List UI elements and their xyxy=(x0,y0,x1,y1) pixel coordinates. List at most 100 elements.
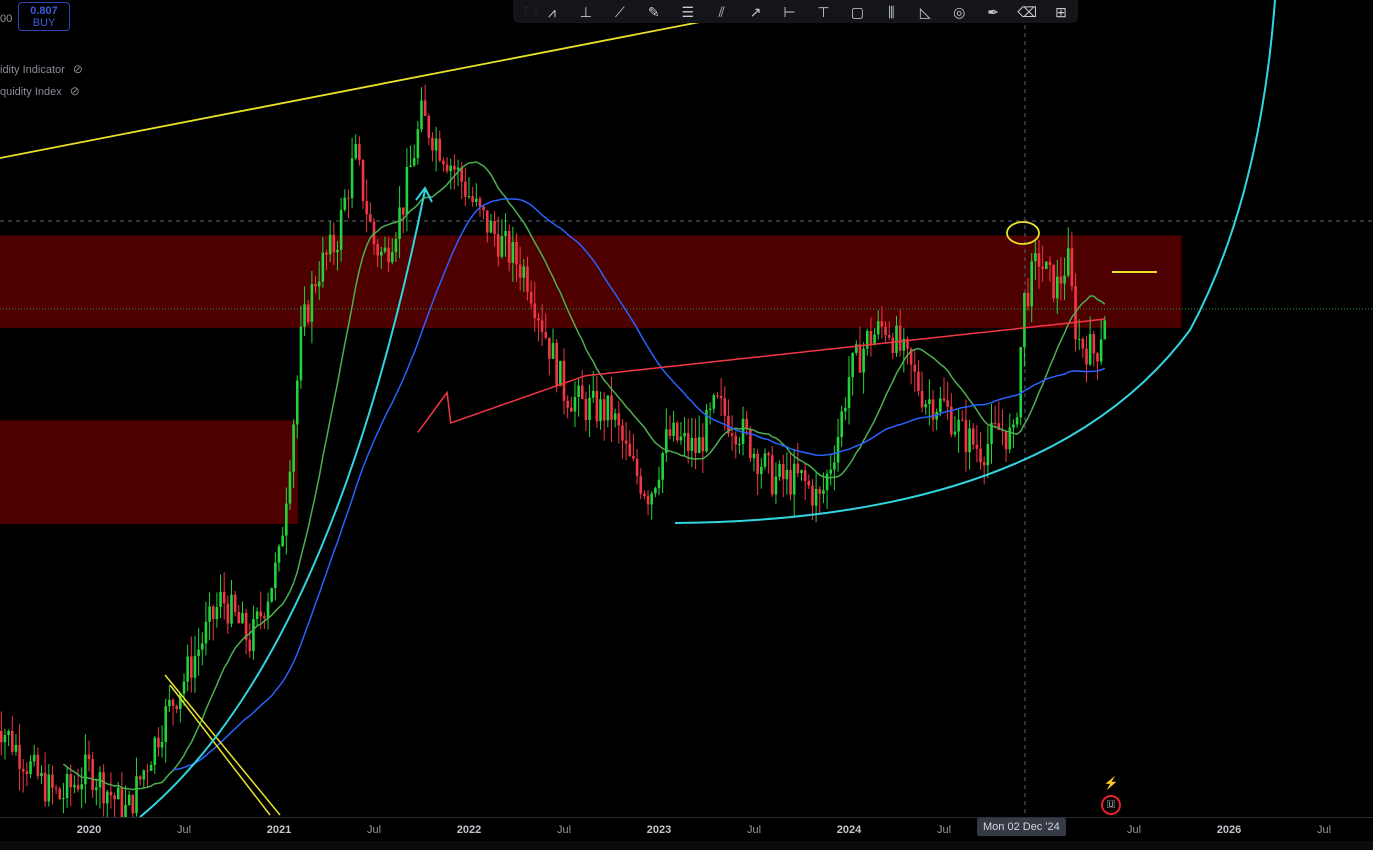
candle-up xyxy=(390,252,394,263)
candle-up xyxy=(204,621,208,644)
candle-down xyxy=(602,399,606,421)
drawing-toolbar: ⋮⋮ ⩘ ⊥ ⟋ ✎ ☰ ⫽ ↗ ⊢ ⊤ ▢ ⫼ ◺ ◎ ✒ ⌫ ⊞ xyxy=(513,0,1078,23)
x-tick-label: 2023 xyxy=(646,824,672,836)
candle-down xyxy=(898,325,902,351)
lightning-event-icon[interactable]: ⚡ xyxy=(1101,773,1121,793)
candle-down xyxy=(482,206,485,211)
candle-up xyxy=(84,754,87,785)
eye-off-icon[interactable]: ⊘ xyxy=(73,62,83,76)
arrow-icon[interactable]: ↗ xyxy=(739,2,773,22)
trend-line-down-2 xyxy=(169,684,271,816)
fib-trend-icon[interactable]: ⊥ xyxy=(569,2,603,22)
parallel-channel-icon[interactable]: ☰ xyxy=(671,2,705,22)
brush-icon[interactable]: ✎ xyxy=(637,2,671,22)
candle-up xyxy=(292,424,295,472)
candle-down xyxy=(485,210,489,233)
supply-zone xyxy=(0,235,1182,328)
x-tick-label: 2021 xyxy=(266,824,292,836)
indicator-liquidity[interactable]: idity Indicator ⊘ xyxy=(0,62,83,76)
candle-down xyxy=(259,611,263,617)
candle-up xyxy=(511,242,515,263)
candle-down xyxy=(566,400,569,408)
ray-icon[interactable]: ⫽ xyxy=(705,2,739,22)
candle-up xyxy=(522,266,526,278)
pattern-tool-icon[interactable]: ⩘ xyxy=(535,2,569,22)
candle-up xyxy=(895,325,898,354)
candle-down xyxy=(131,794,135,814)
rectangle-icon[interactable]: ▢ xyxy=(840,2,874,22)
long-position-icon[interactable]: ⫼ xyxy=(874,2,908,22)
candle-up xyxy=(299,326,303,381)
candle-up xyxy=(657,479,661,489)
candle-up xyxy=(416,129,420,159)
candle-down xyxy=(113,795,116,800)
candle-up xyxy=(32,754,36,762)
candle-down xyxy=(21,768,25,772)
candle-down xyxy=(237,611,241,624)
candle-down xyxy=(869,330,873,345)
candle-down xyxy=(767,453,770,456)
candle-up xyxy=(405,167,409,215)
trend-line-down xyxy=(164,674,281,816)
indicator-liquidity-index[interactable]: quidity Index ⊘ xyxy=(0,84,80,98)
date-range-icon[interactable]: ⊢ xyxy=(773,2,807,22)
candle-down xyxy=(1070,248,1074,287)
candle-down xyxy=(1041,266,1044,269)
pen-icon[interactable]: ✒ xyxy=(976,2,1010,22)
candle-up xyxy=(1030,261,1033,307)
candle-down xyxy=(211,606,215,619)
candle-up xyxy=(792,463,796,495)
candle-down xyxy=(401,207,405,215)
candle-up xyxy=(277,546,281,563)
candle-up xyxy=(865,330,869,349)
candle-down xyxy=(76,785,80,790)
x-tick-label: Jul xyxy=(1126,824,1142,836)
time-axis[interactable]: 2020 Jul 2021 Jul 2022 Jul 2023 Jul 2024 Jul Jul 20… xyxy=(0,817,1373,842)
candle-down xyxy=(1048,261,1052,265)
candle-up xyxy=(814,488,818,506)
candle-down xyxy=(807,480,811,486)
candle-down xyxy=(635,458,639,477)
candle-down xyxy=(478,198,482,207)
candle-down xyxy=(120,787,124,817)
candle-up xyxy=(380,251,383,256)
x-tick-label: 2022 xyxy=(456,824,482,836)
candle-down xyxy=(993,422,997,424)
trend-line-icon[interactable]: ⟋ xyxy=(603,2,637,22)
candle-down xyxy=(171,699,175,706)
candle-down xyxy=(570,407,573,412)
moving-average-200 xyxy=(417,318,1105,433)
candle-down xyxy=(325,252,328,255)
candle-down xyxy=(431,137,434,151)
measure-icon[interactable]: ⊞ xyxy=(1044,2,1078,22)
candle-down xyxy=(686,432,690,451)
candle-up xyxy=(500,236,504,257)
eraser-icon[interactable]: ⌫ xyxy=(1010,2,1044,22)
candle-down xyxy=(745,418,748,429)
x-tick-label: 2024 xyxy=(836,824,862,836)
candle-up xyxy=(862,348,865,373)
us-flag-event-icon[interactable]: 🇺 xyxy=(1101,795,1121,815)
eye-off-icon[interactable]: ⊘ xyxy=(70,84,80,98)
candle-down xyxy=(811,485,814,506)
triangle-icon[interactable]: ◺ xyxy=(908,2,942,22)
candle-down xyxy=(646,495,650,505)
candle-up xyxy=(559,360,562,386)
candle-down xyxy=(917,371,920,391)
candle-up xyxy=(591,390,595,398)
candle-up xyxy=(200,643,204,650)
candle-down xyxy=(1059,276,1063,284)
candle-down xyxy=(445,164,449,172)
candle-up xyxy=(650,493,653,505)
circle-icon[interactable]: ◎ xyxy=(942,2,976,22)
candle-up xyxy=(1088,334,1092,365)
candle-down xyxy=(369,214,372,222)
price-range-icon[interactable]: ⊤ xyxy=(807,2,841,22)
candle-down xyxy=(884,326,887,336)
price-value: 00 xyxy=(0,13,13,25)
candle-down xyxy=(555,343,558,386)
grip-icon[interactable]: ⋮⋮ xyxy=(521,2,541,22)
buy-button[interactable]: 0.807 BUY xyxy=(18,2,70,31)
candle-up xyxy=(829,469,833,474)
price-chart[interactable] xyxy=(0,0,1373,817)
